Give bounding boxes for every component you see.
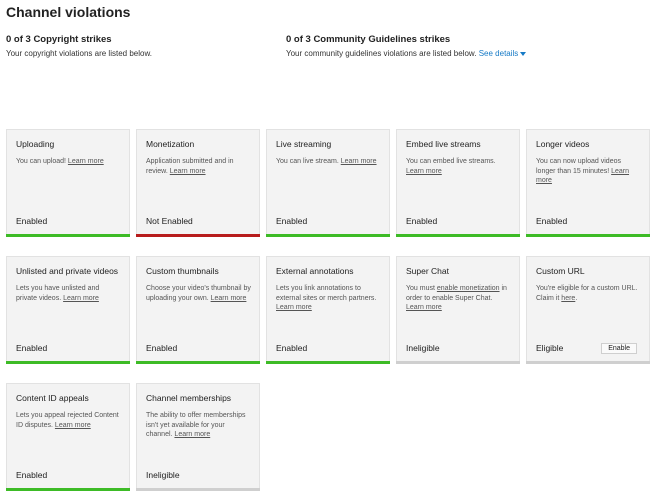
learn-more-link[interactable]: Learn more xyxy=(406,168,442,175)
status-bar xyxy=(266,234,390,237)
learn-more-link[interactable]: Learn more xyxy=(68,158,104,165)
page-title: Channel violations xyxy=(6,4,131,20)
feature-card: Custom thumbnails Choose your video's thu… xyxy=(136,256,260,364)
feature-status: Enabled xyxy=(16,216,48,226)
feature-description-text: You can upload! xyxy=(16,158,66,165)
status-bar xyxy=(136,488,260,491)
feature-card: Live streaming You can live stream. Learn… xyxy=(266,129,390,237)
community-strikes-heading: 0 of 3 Community Guidelines strikes xyxy=(286,34,451,45)
feature-description: You can upload! Learn more xyxy=(16,157,121,167)
feature-status: Enabled xyxy=(536,216,568,226)
feature-title: Channel memberships xyxy=(146,393,232,403)
feature-status: Enabled xyxy=(406,216,438,226)
enable-button[interactable]: Enable xyxy=(601,343,637,354)
status-bar xyxy=(266,361,390,364)
feature-card: Monetization Application submitted and in… xyxy=(136,129,260,237)
feature-status: Enabled xyxy=(276,343,308,353)
learn-more-link[interactable]: Learn more xyxy=(211,295,247,302)
feature-card: Unlisted and private videos Lets you have… xyxy=(6,256,130,364)
learn-more-link[interactable]: Learn more xyxy=(170,168,206,175)
feature-title: Live streaming xyxy=(276,139,332,149)
copyright-strikes-text: Your copyright violations are listed bel… xyxy=(6,49,153,58)
feature-description: Lets you appeal rejected Content ID disp… xyxy=(16,411,121,430)
learn-more-link[interactable]: Learn more xyxy=(276,304,312,311)
learn-more-link[interactable]: Learn more xyxy=(341,158,377,165)
feature-title: Embed live streams xyxy=(406,139,481,149)
learn-more-link[interactable]: Learn more xyxy=(63,295,99,302)
copyright-strikes-heading: 0 of 3 Copyright strikes xyxy=(6,34,112,45)
feature-description-text: You must xyxy=(406,285,435,292)
feature-description: You can embed live streams. Learn more xyxy=(406,157,511,176)
claim-url-link[interactable]: here xyxy=(561,295,575,302)
feature-status: Enabled xyxy=(276,216,308,226)
feature-status: Enabled xyxy=(16,343,48,353)
see-details-label: See details xyxy=(478,49,519,58)
feature-description: You can now upload videos longer than 15… xyxy=(536,157,641,186)
community-strikes-text-row: Your community guidelines violations are… xyxy=(286,49,527,58)
feature-description: You must enable monetization in order to… xyxy=(406,284,511,313)
feature-title: Longer videos xyxy=(536,139,590,149)
enable-monetization-link[interactable]: enable monetization xyxy=(437,285,500,292)
feature-card: Channel memberships The ability to offer … xyxy=(136,383,260,491)
feature-status: Eligible xyxy=(536,343,564,353)
feature-description-text: . xyxy=(575,294,578,302)
community-strikes: 0 of 3 Community Guidelines strikes Your… xyxy=(286,34,527,58)
feature-status: Ineligible xyxy=(406,343,440,353)
feature-card: Super Chat You must enable monetization i… xyxy=(396,256,520,364)
feature-card: Embed live streams You can embed live str… xyxy=(396,129,520,237)
feature-description-text: You can embed live streams. xyxy=(406,158,496,165)
status-bar xyxy=(526,361,650,364)
feature-description: Choose your video's thumbnail by uploadi… xyxy=(146,284,251,303)
status-bar xyxy=(526,234,650,237)
status-bar xyxy=(136,234,260,237)
feature-card: Custom URL You're eligible for a custom U… xyxy=(526,256,650,364)
status-bar xyxy=(6,488,130,491)
see-details-link[interactable]: See details xyxy=(479,49,527,58)
feature-card: Content ID appeals Lets you appeal reject… xyxy=(6,383,130,491)
feature-description: You can live stream. Learn more xyxy=(276,157,381,167)
feature-status: Not Enabled xyxy=(146,216,193,226)
feature-title: Unlisted and private videos xyxy=(16,266,119,276)
learn-more-link[interactable]: Learn more xyxy=(55,422,91,429)
feature-title: Super Chat xyxy=(406,266,449,276)
feature-description: Lets you link annotations to external si… xyxy=(276,284,381,313)
feature-title: Content ID appeals xyxy=(16,393,89,403)
feature-card: Uploading You can upload! Learn more Enabl… xyxy=(6,129,130,237)
feature-title: Uploading xyxy=(16,139,55,149)
learn-more-link[interactable]: Learn more xyxy=(174,431,210,438)
feature-description: You're eligible for a custom URL. Claim … xyxy=(536,284,641,303)
learn-more-link[interactable]: Learn more xyxy=(406,304,442,311)
status-bar xyxy=(136,361,260,364)
status-bar xyxy=(396,234,520,237)
feature-title: Custom thumbnails xyxy=(146,266,219,276)
feature-description-text: You can now upload videos longer than 15… xyxy=(536,158,621,175)
feature-description: Lets you have unlisted and private video… xyxy=(16,284,121,303)
feature-title: Custom URL xyxy=(536,266,585,276)
feature-description-text: You can live stream. xyxy=(276,158,339,165)
copyright-strikes: 0 of 3 Copyright strikes Your copyright … xyxy=(6,34,152,58)
feature-status: Enabled xyxy=(16,470,48,480)
feature-description-text: You're eligible for a custom URL. Claim … xyxy=(536,285,638,302)
feature-status: Ineligible xyxy=(146,470,180,480)
chevron-down-icon xyxy=(520,51,527,56)
feature-card: External annotations Lets you link annota… xyxy=(266,256,390,364)
community-strikes-text: Your community guidelines violations are… xyxy=(286,49,477,58)
feature-description: The ability to offer memberships isn't y… xyxy=(146,411,251,440)
status-bar xyxy=(6,234,130,237)
feature-title: External annotations xyxy=(276,266,354,276)
feature-description-text: Lets you link annotations to external si… xyxy=(276,285,377,302)
feature-card: Longer videos You can now upload videos l… xyxy=(526,129,650,237)
feature-status: Enabled xyxy=(146,343,178,353)
status-bar xyxy=(6,361,130,364)
feature-title: Monetization xyxy=(146,139,195,149)
status-bar xyxy=(396,361,520,364)
feature-description: Application submitted and in review. Lea… xyxy=(146,157,251,176)
